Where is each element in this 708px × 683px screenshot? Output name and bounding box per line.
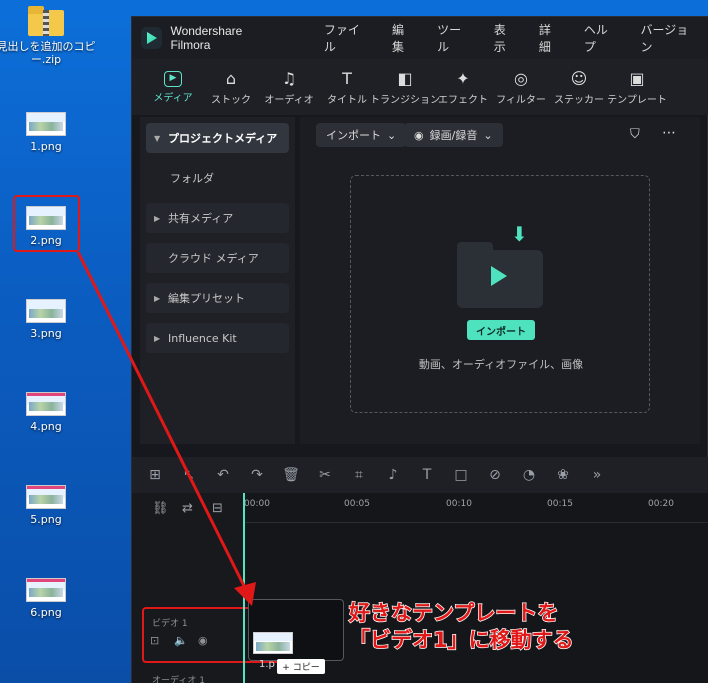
instruction-annotation: 好きなテンプレートを 「ビデオ1」に移動する bbox=[348, 600, 574, 653]
desktop: 見出しを追加のコピ ー.zip 1.png 2.png 3.png 4.png … bbox=[0, 0, 708, 683]
drag-arrow bbox=[76, 251, 256, 606]
arrow-head-icon bbox=[234, 582, 256, 606]
